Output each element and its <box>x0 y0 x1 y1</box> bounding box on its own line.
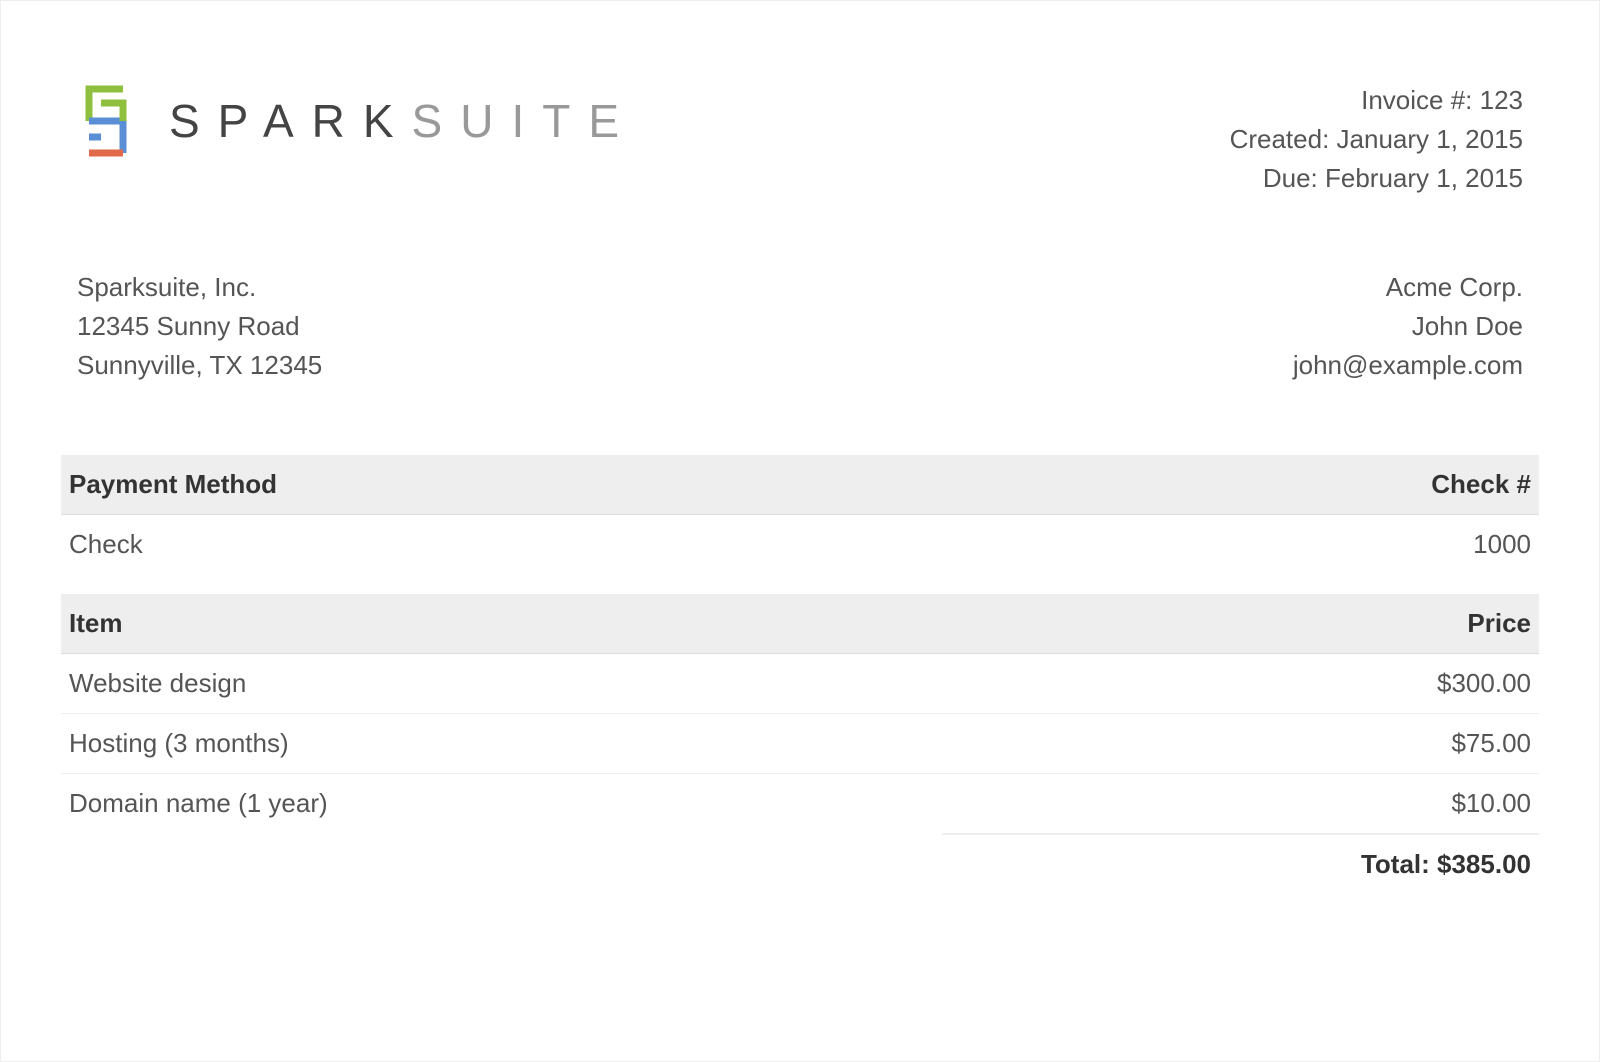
line-item-name: Domain name (1 year) <box>61 774 942 835</box>
from-city: Sunnyville, TX 12345 <box>77 346 814 385</box>
items-heading-row: Item Price <box>61 594 1539 654</box>
from-name: Sparksuite, Inc. <box>77 268 814 307</box>
to-name: John Doe <box>830 307 1523 346</box>
payment-details-row: Check 1000 <box>61 515 1539 595</box>
invoice-meta: Invoice #: 123 Created: January 1, 2015 … <box>873 71 1531 238</box>
logo-text-light: SUITE <box>412 95 637 147</box>
line-item-price: $10.00 <box>942 774 1539 835</box>
to-email: john@example.com <box>830 346 1523 385</box>
to-company: Acme Corp. <box>830 268 1523 307</box>
total-row: Total: $385.00 <box>61 834 1539 894</box>
line-item-row: Hosting (3 months) $75.00 <box>61 714 1539 774</box>
logo-text: SPARKSUITE <box>169 87 637 156</box>
invoice-created: Created: January 1, 2015 <box>881 120 1523 159</box>
total-value: Total: $385.00 <box>942 834 1539 894</box>
payment-heading-row: Payment Method Check # <box>61 455 1539 515</box>
to-address: Acme Corp. John Doe john@example.com <box>822 258 1531 445</box>
from-address: Sparksuite, Inc. 12345 Sunny Road Sunnyv… <box>69 258 822 445</box>
invoice-due: Due: February 1, 2015 <box>881 159 1523 198</box>
payment-method-value: Check <box>61 515 942 595</box>
line-item-price: $75.00 <box>942 714 1539 774</box>
item-heading: Item <box>61 594 942 654</box>
line-item-name: Website design <box>61 654 942 714</box>
price-heading: Price <box>942 594 1539 654</box>
sparksuite-logo-icon <box>77 81 147 161</box>
invoice-number: Invoice #: 123 <box>881 81 1523 120</box>
line-item-row: Domain name (1 year) $10.00 <box>61 774 1539 835</box>
check-number-value: 1000 <box>942 515 1539 595</box>
from-street: 12345 Sunny Road <box>77 307 814 346</box>
line-item-row: Website design $300.00 <box>61 654 1539 714</box>
line-item-price: $300.00 <box>942 654 1539 714</box>
invoice-box: SPARKSUITE Invoice #: 123 Created: Janua… <box>0 0 1600 1062</box>
payment-method-heading: Payment Method <box>61 455 942 515</box>
line-item-name: Hosting (3 months) <box>61 714 942 774</box>
invoice-table: SPARKSUITE Invoice #: 123 Created: Janua… <box>61 61 1539 894</box>
logo: SPARKSUITE <box>77 81 865 161</box>
check-number-heading: Check # <box>942 455 1539 515</box>
logo-text-dark: SPARK <box>169 95 412 147</box>
